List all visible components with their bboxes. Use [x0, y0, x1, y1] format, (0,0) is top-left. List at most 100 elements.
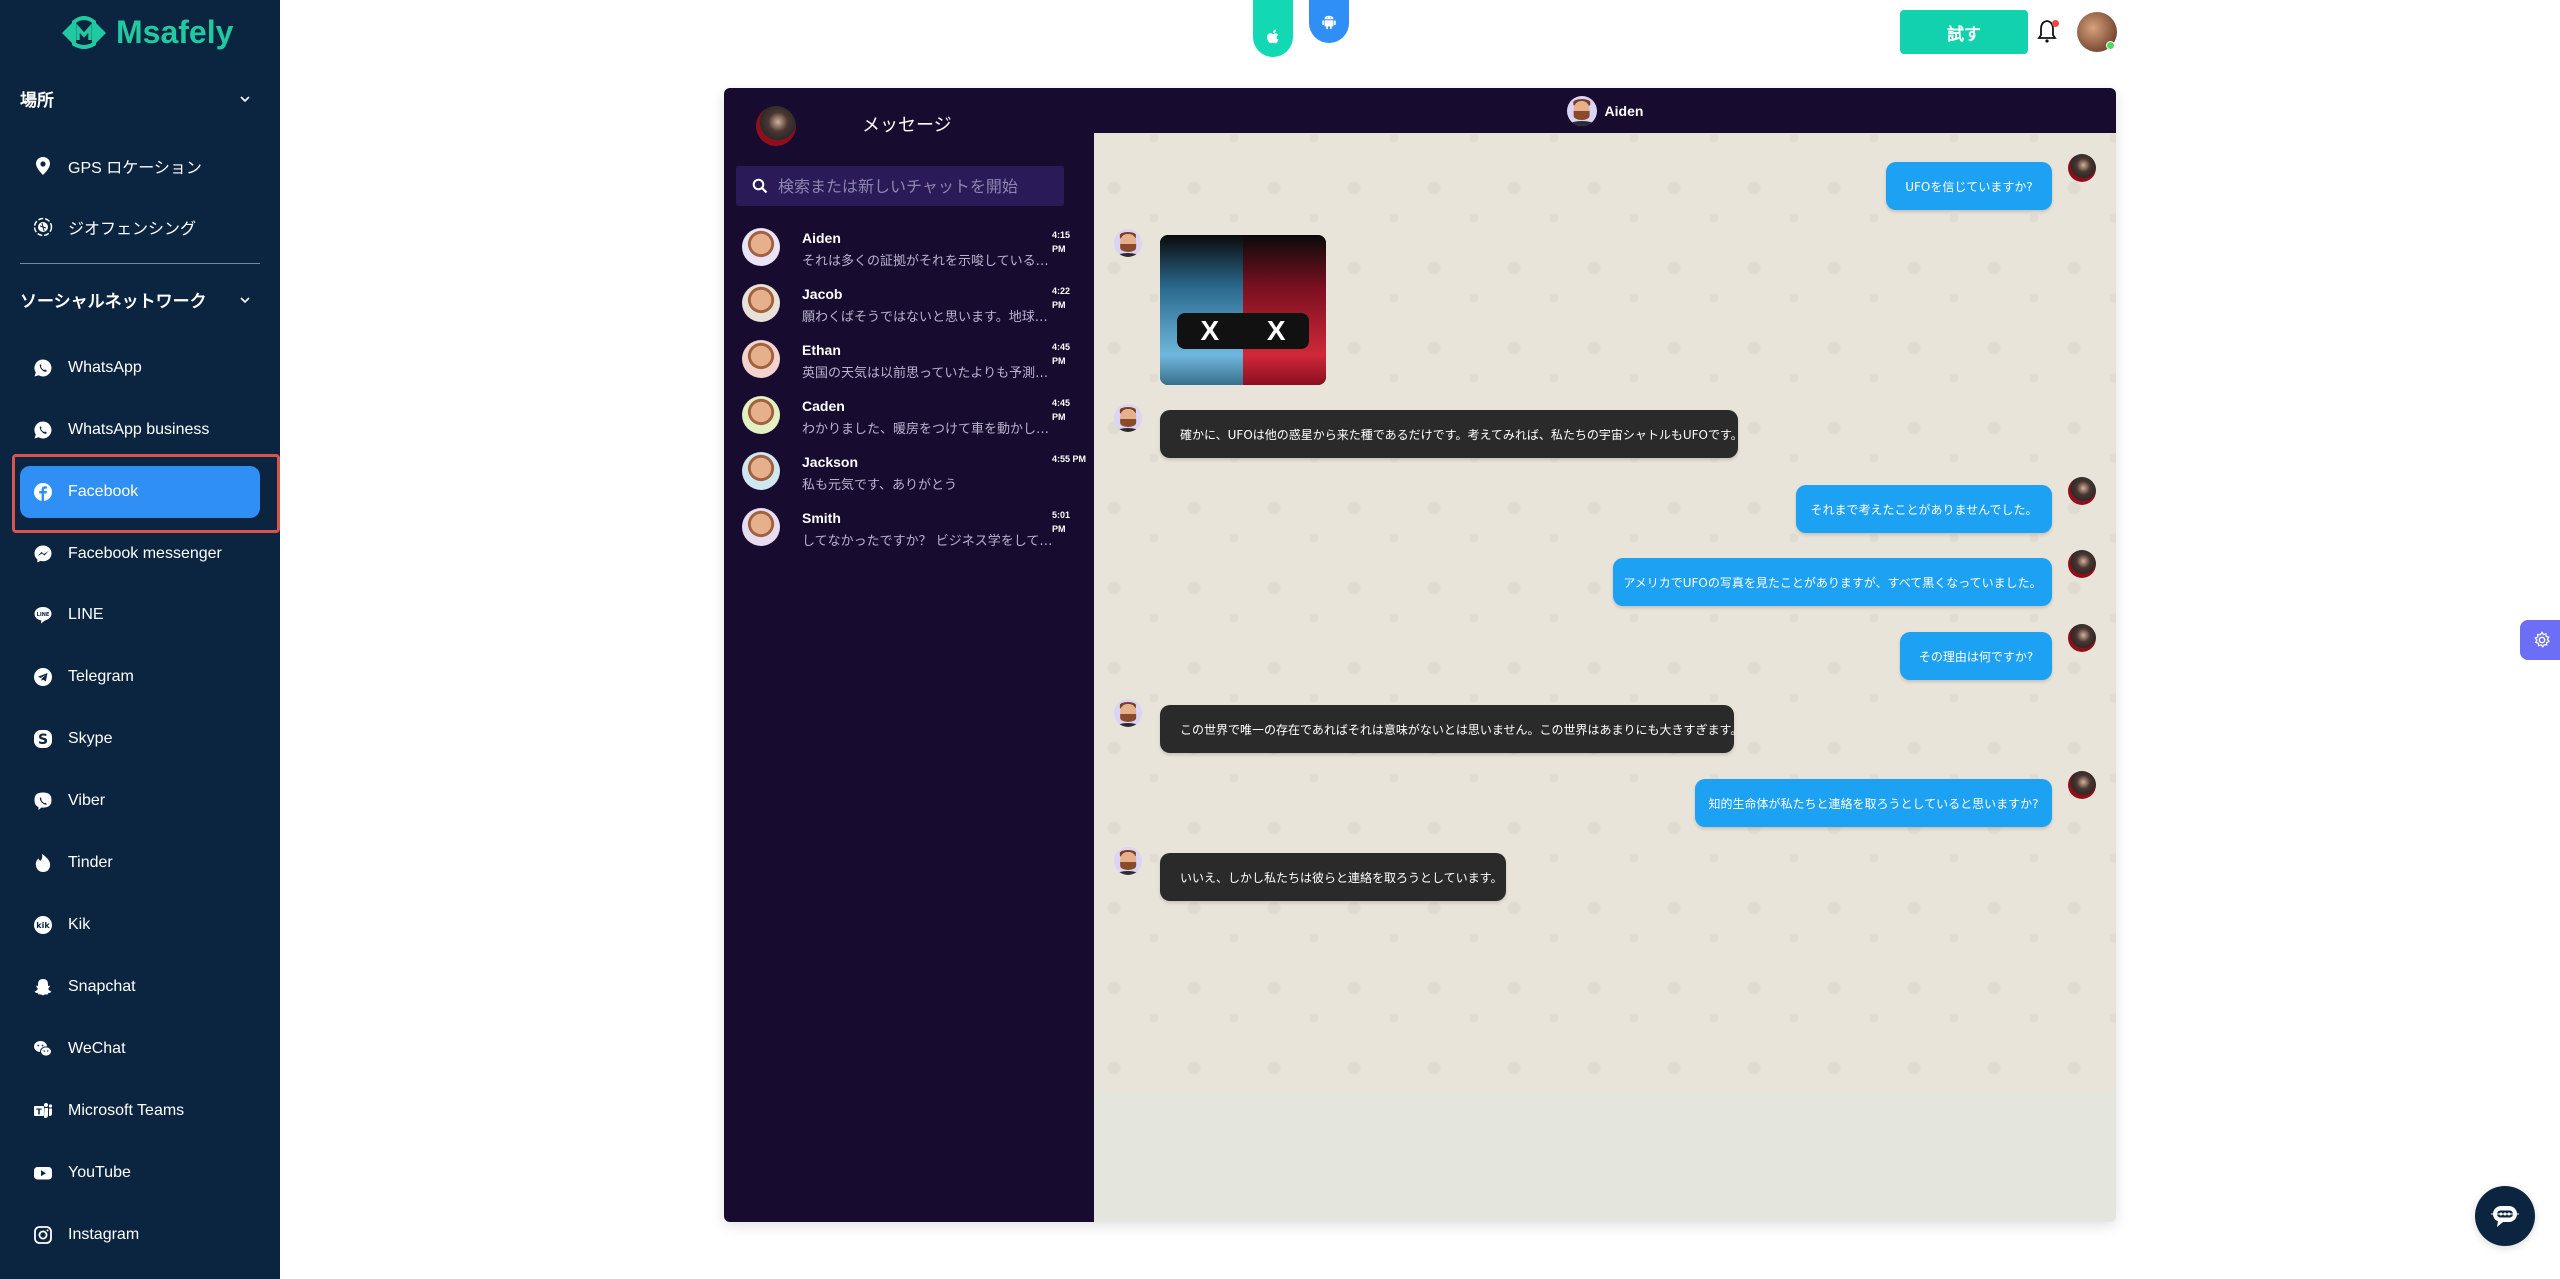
brand-logo[interactable]: Msafely	[58, 14, 233, 51]
outgoing-message: その理由は何ですか?	[1900, 632, 2052, 680]
sidebar: Msafely 場所 GPS ロケーション ジオフェンシング ソーシャルネットワ…	[0, 0, 280, 1279]
sidebar-item-tinder[interactable]: Tinder	[20, 837, 260, 889]
sidebar-item-label: Facebook	[68, 483, 139, 500]
sidebar-item-telegram[interactable]: Telegram	[20, 651, 260, 703]
android-icon	[1322, 15, 1336, 30]
gear-icon	[2534, 631, 2551, 648]
sender-avatar	[2068, 771, 2096, 799]
contact-name: Aiden	[802, 230, 841, 246]
outgoing-message: それまで考えたことがありませんでした。	[1796, 485, 2052, 533]
sidebar-item-label: Snapchat	[68, 978, 136, 995]
sidebar-item-skype[interactable]: S Skype	[20, 713, 260, 765]
sidebar-item-snapchat[interactable]: Snapchat	[20, 961, 260, 1013]
kik-icon: kik	[32, 914, 54, 936]
message-preview: してなかったですか？ ビジネス学をしていました	[802, 534, 1054, 549]
svg-text:S: S	[38, 732, 48, 748]
contact-name: Caden	[802, 398, 845, 414]
chat-pane: Aiden UFOを信じていますか? X X 確かに、UFOは他の惑星から来た種である…	[1094, 88, 2116, 1222]
sidebar-item-label: Telegram	[68, 668, 134, 685]
conversation-item[interactable]: Jackson 私も元気です、ありがとう 4:55 PM	[736, 448, 1086, 504]
section-location-toggle[interactable]: 場所	[20, 86, 252, 111]
conversation-item[interactable]: Aiden それは多くの証拠がそれを示唆していることを 4:15 PM	[736, 224, 1084, 280]
sidebar-item-facebook[interactable]: Facebook	[20, 466, 260, 518]
contact-avatar	[1114, 699, 1142, 727]
message-time: 4:15 PM	[1052, 230, 1071, 254]
chevron-down-icon	[240, 296, 250, 303]
sidebar-item-line[interactable]: LINE LINE	[20, 589, 260, 641]
message-time: 4:22 PM	[1052, 286, 1071, 310]
sidebar-item-wechat[interactable]: WeChat	[20, 1023, 260, 1075]
sidebar-item-microsoft-teams[interactable]: T Microsoft Teams	[20, 1085, 260, 1137]
message-time: 5:01 PM	[1052, 510, 1071, 534]
sidebar-item-label: ジオフェンシング	[68, 221, 197, 238]
contact-name: Jackson	[802, 454, 859, 470]
message-preview: 私も元気です、ありがとう	[802, 478, 957, 493]
image-overlay-text: XX	[1176, 313, 1310, 349]
whatsapp-icon	[32, 357, 54, 379]
conversation-item[interactable]: Jacob 願わくばそうではないと思います。地球に住んでいる4:22 PM	[736, 280, 1084, 336]
chat-bubble-icon	[2491, 1206, 2519, 1227]
sidebar-item-label: WhatsApp	[68, 359, 142, 376]
contact-avatar	[1114, 229, 1142, 257]
sidebar-item-label: Kik	[68, 916, 91, 933]
contact-name: Smith	[802, 510, 841, 526]
message-preview: それは多くの証拠がそれを示唆していることを	[802, 254, 1054, 269]
apple-icon	[1267, 29, 1279, 44]
sidebar-item-whatsapp-business[interactable]: WhatsApp business	[20, 404, 260, 456]
sidebar-item-geofencing[interactable]: ジオフェンシング	[20, 201, 260, 253]
conversation-list-pane: メッセージ Aiden それは多くの証拠がそれを示唆していることを4:15 PM J…	[724, 88, 1094, 1222]
contact-avatar	[742, 228, 780, 266]
cat-with-sunglasses-image[interactable]: XX	[1160, 235, 1326, 385]
youtube-icon	[32, 1162, 54, 1184]
chat-contact-avatar[interactable]	[1566, 95, 1597, 126]
sidebar-item-instagram[interactable]: Instagram	[20, 1209, 260, 1261]
incoming-message: 確かに、UFOは他の惑星から来た種であるだけです。考えてみれば、私たちの宇宙シャ…	[1160, 410, 1743, 458]
apple-store-button[interactable]	[1253, 0, 1293, 57]
android-store-button[interactable]	[1309, 0, 1349, 43]
sidebar-item-label: LINE	[68, 606, 104, 623]
message-time: 4:45 PM	[1052, 398, 1071, 422]
conversation-list-title: メッセージ	[862, 115, 952, 135]
viber-icon	[32, 790, 54, 812]
search-box[interactable]	[736, 166, 1064, 206]
contact-avatar	[742, 508, 780, 546]
glasses-letter: X	[1200, 315, 1220, 346]
conversation-item[interactable]: Caden わかりました、暖房をつけて車を動かします 4:45 PM	[736, 392, 1084, 448]
sidebar-item-label: YouTube	[68, 1164, 131, 1181]
messenger-icon	[32, 543, 54, 565]
svg-text:T: T	[36, 1108, 42, 1117]
sender-avatar	[2068, 154, 2096, 182]
sidebar-item-facebook-messenger[interactable]: Facebook messenger	[20, 528, 260, 580]
notification-unread-dot	[2052, 20, 2059, 27]
settings-button[interactable]	[2520, 620, 2560, 660]
skype-icon: S	[32, 728, 54, 750]
chat-input-area[interactable]	[1094, 1092, 2116, 1222]
chat-header: Aiden	[1094, 88, 2116, 133]
sender-avatar	[2068, 624, 2096, 652]
search-icon	[752, 178, 768, 194]
section-title: 場所	[20, 91, 54, 110]
try-button[interactable]: 試す	[1900, 10, 2028, 54]
message-preview: 願わくばそうではないと思います。地球に住んでいる	[802, 310, 1054, 325]
contact-avatar	[742, 452, 780, 490]
instagram-icon	[32, 1224, 54, 1246]
sidebar-item-youtube[interactable]: YouTube	[20, 1147, 260, 1199]
conversation-item[interactable]: Ethan 英国の天気は以前思っていたよりも予測可能です4:45 PM	[736, 336, 1084, 392]
sidebar-item-label: Microsoft Teams	[68, 1102, 185, 1119]
outgoing-message: 知的生命体が私たちと連絡を取ろうとしていると思いますか?	[1695, 779, 2052, 827]
sender-avatar	[2068, 477, 2096, 505]
wechat-icon	[32, 1038, 54, 1060]
sidebar-item-whatsapp[interactable]: WhatsApp	[20, 342, 260, 394]
message-preview: わかりました、暖房をつけて車を動かします	[802, 422, 1054, 437]
my-avatar[interactable]	[756, 106, 796, 146]
sidebar-item-label: Tinder	[68, 854, 113, 871]
message-time: 4:45 PM	[1052, 342, 1071, 366]
section-social-toggle[interactable]: ソーシャルネットワーク	[20, 287, 252, 312]
telegram-icon	[32, 666, 54, 688]
search-input[interactable]	[778, 176, 1048, 196]
sidebar-item-viber[interactable]: Viber	[20, 775, 260, 827]
sidebar-item-gps-location[interactable]: GPS ロケーション	[20, 140, 260, 192]
conversation-item[interactable]: Smith してなかったですか？ ビジネス学をしていました5:01 PM	[736, 504, 1084, 560]
support-chat-button[interactable]	[2475, 1186, 2535, 1246]
sidebar-item-kik[interactable]: kik Kik	[20, 899, 260, 951]
